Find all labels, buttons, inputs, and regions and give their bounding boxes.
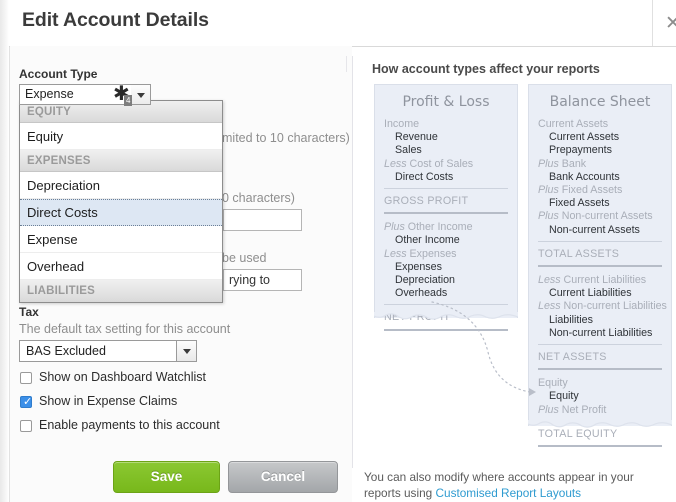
report-total-row: NET ASSETS xyxy=(538,351,607,364)
tax-dropdown-arrow[interactable] xyxy=(177,340,197,362)
report-account-row: Bank Accounts xyxy=(549,170,620,183)
report-account-row: Other Income xyxy=(395,234,460,247)
report-account-row: Sales xyxy=(395,144,422,157)
report-account-row: Depreciation xyxy=(395,274,456,287)
tax-value: BAS Excluded xyxy=(26,344,106,358)
tax-label: Tax xyxy=(19,305,39,319)
report-section-header: Plus Non-current Assets xyxy=(538,210,653,223)
report-section-header: Plus Bank xyxy=(538,157,587,170)
report-account-row: Liabilities xyxy=(549,313,593,326)
option-item-expense[interactable]: Expense xyxy=(20,226,222,253)
report-account-row: Current Liabilities xyxy=(549,287,632,300)
checkbox-expense-claims[interactable]: ✓ xyxy=(20,395,33,408)
report-section-header: Less Expenses xyxy=(384,247,457,260)
chevron-down-icon xyxy=(182,349,191,354)
dialog-titlebar: Edit Account Details ✕ xyxy=(9,0,676,47)
report-section-header: Plus Other Income xyxy=(384,221,473,234)
edit-account-details-dialog: Edit Account Details ✕ Account Type mite… xyxy=(0,0,676,502)
checkbox-label: Enable payments to this account xyxy=(39,418,220,432)
name-field[interactable] xyxy=(223,209,302,231)
titlebar-divider xyxy=(652,0,653,46)
profit-loss-panel: Profit & Loss Income Revenue Sales Less Cos… xyxy=(374,84,518,331)
balance-sheet-rows: Current Assets Current Assets Prepayments P… xyxy=(529,118,671,448)
report-account-row: Revenue xyxy=(395,131,438,144)
report-section-header: Less Cost of Sales xyxy=(384,157,474,170)
report-section-header: Less Current Liabilities xyxy=(538,274,647,287)
report-total-row: GROSS PROFIT xyxy=(384,195,469,208)
tax-hint: The default tax setting for this account xyxy=(19,322,231,336)
option-item-direct-costs[interactable]: Direct Costs xyxy=(20,199,222,226)
cancel-button[interactable]: Cancel xyxy=(228,461,338,493)
cursor-step-badge: 4 xyxy=(124,95,133,106)
report-section-header: Plus Fixed Assets xyxy=(538,184,623,197)
checkbox-label: Show on Dashboard Watchlist xyxy=(39,370,206,384)
tax-select-wrapper: BAS Excluded xyxy=(19,340,197,362)
report-account-row: Expenses xyxy=(395,260,442,273)
page-left-edge xyxy=(0,0,10,502)
option-group-header: EXPENSES xyxy=(20,150,222,172)
report-spacer xyxy=(375,214,517,221)
checkmark-icon: ✓ xyxy=(23,395,33,408)
checkbox-label: Show in Expense Claims xyxy=(39,394,178,408)
tax-select[interactable]: BAS Excluded xyxy=(19,340,177,362)
report-account-row: Fixed Assets xyxy=(549,197,610,210)
report-section-header: Income xyxy=(384,118,420,130)
report-total-row: TOTAL ASSETS xyxy=(538,247,620,260)
report-account-row: Equity xyxy=(549,390,579,403)
chevron-down-icon xyxy=(136,92,145,98)
checkbox-dashboard-watchlist[interactable] xyxy=(20,372,32,384)
page-title: Edit Account Details xyxy=(22,9,209,31)
description-field[interactable]: rying to xyxy=(223,269,302,291)
account-type-option-list[interactable]: EQUITY Equity EXPENSES Depreciation Dire… xyxy=(19,100,223,303)
net-profit-connector xyxy=(430,300,540,410)
footer-note: You can also modify where accounts appea… xyxy=(364,470,669,501)
option-item-overhead[interactable]: Overhead xyxy=(20,253,222,280)
report-section-header: Less Non-current Liabilities xyxy=(538,300,667,313)
balance-sheet-torn-edge xyxy=(528,420,672,430)
customised-report-layouts-link[interactable]: Customised Report Layouts xyxy=(435,486,581,500)
profit-loss-rows: Income Revenue Sales Less Cost of Sales Dire… xyxy=(375,118,517,331)
account-type-value: Expense xyxy=(25,87,74,101)
description-hint: be used xyxy=(222,251,267,265)
report-spacer xyxy=(529,267,671,274)
option-item-equity[interactable]: Equity xyxy=(20,123,222,150)
report-account-row: Direct Costs xyxy=(395,170,454,183)
report-section-header: Plus Net Profit xyxy=(538,403,607,416)
report-rule-bold xyxy=(538,445,662,448)
balance-sheet-title: Balance Sheet xyxy=(549,94,651,110)
report-section-header: Current Assets xyxy=(538,118,609,130)
profit-loss-title: Profit & Loss xyxy=(402,94,490,110)
option-group-header: LIABILITIES xyxy=(20,280,222,302)
checkbox-enable-payments[interactable] xyxy=(20,420,32,432)
column-divider-notch xyxy=(346,56,355,72)
report-spacer xyxy=(529,370,671,377)
account-type-dropdown-arrow[interactable] xyxy=(131,84,151,105)
name-hint: 0 characters) xyxy=(222,191,295,205)
balance-sheet-panel: Balance Sheet Current Assets Current Asse… xyxy=(528,84,672,448)
report-account-row: Non-current Assets xyxy=(549,223,640,236)
report-account-row: Overheads xyxy=(395,287,448,300)
reports-heading: How account types affect your reports xyxy=(372,62,600,76)
report-account-row: Prepayments xyxy=(549,144,612,157)
option-item-depreciation[interactable]: Depreciation xyxy=(20,172,222,199)
report-account-row: Non-current Liabilities xyxy=(549,326,653,339)
account-type-label: Account Type xyxy=(19,67,98,81)
report-section-header: Equity xyxy=(538,377,568,390)
report-account-row: Current Assets xyxy=(549,131,620,144)
save-button[interactable]: Save xyxy=(113,461,220,493)
column-divider xyxy=(352,56,353,468)
code-hint: mited to 10 characters) xyxy=(222,131,350,145)
close-icon[interactable]: ✕ xyxy=(661,12,676,36)
